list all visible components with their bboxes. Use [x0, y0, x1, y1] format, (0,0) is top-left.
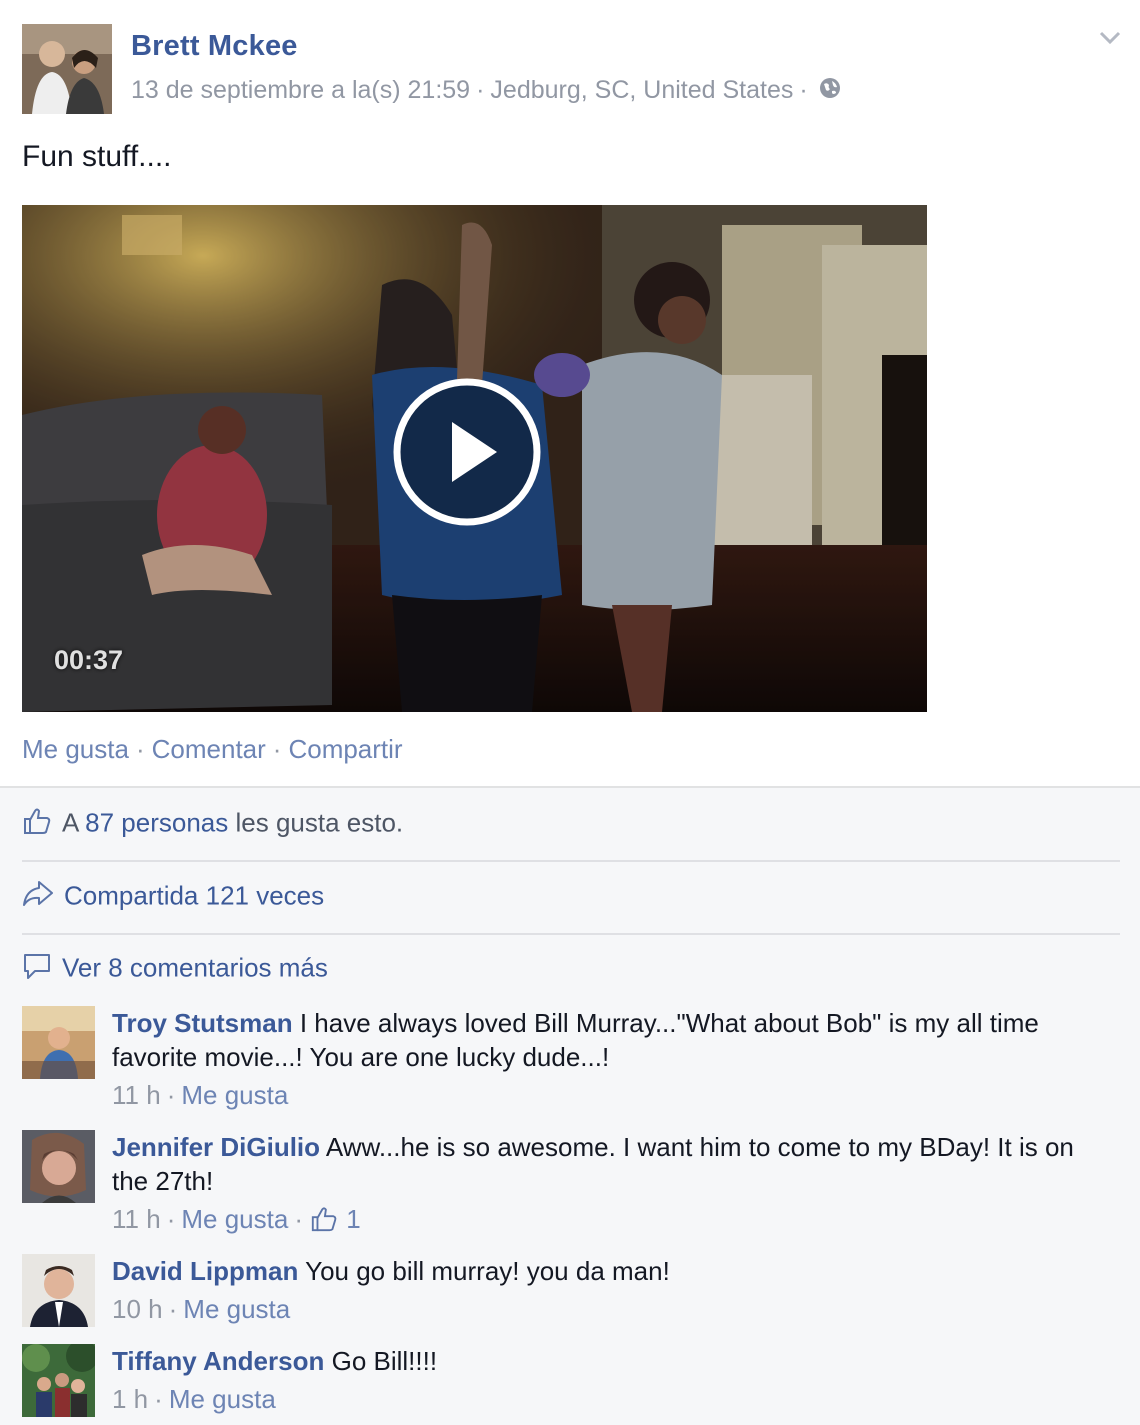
comment-like-link[interactable]: Me gusta: [169, 1384, 276, 1414]
commenter-avatar[interactable]: [22, 1130, 95, 1203]
likes-people-link[interactable]: 87 personas: [85, 807, 228, 837]
likes-suffix: les gusta esto.: [235, 807, 404, 838]
comment-like-link[interactable]: Me gusta: [181, 1080, 288, 1110]
commenter-name[interactable]: Jennifer DiGiulio: [112, 1132, 320, 1162]
commenter-avatar[interactable]: [22, 1006, 95, 1079]
comment-time[interactable]: 11 h: [112, 1204, 161, 1234]
play-icon: [393, 378, 541, 526]
author-avatar[interactable]: [22, 24, 112, 114]
divider: [22, 860, 1120, 862]
share-arrow-icon: [22, 879, 54, 916]
comment-time[interactable]: 1 h: [112, 1384, 148, 1414]
more-comments-row[interactable]: Ver 8 comentarios más: [22, 951, 1120, 988]
video-duration: 00:37: [54, 645, 124, 675]
comment-text: Go Bill!!!!: [331, 1346, 438, 1376]
comment-body: Jennifer DiGiulio Aww...he is so awesome…: [112, 1130, 1112, 1236]
globe-icon[interactable]: [818, 76, 842, 107]
post-text: Fun stuff....: [22, 140, 172, 173]
comment-time[interactable]: 10 h: [112, 1294, 163, 1324]
play-button[interactable]: [392, 377, 542, 527]
share-link[interactable]: Compartir: [288, 734, 402, 764]
post-location[interactable]: Jedburg, SC, United States: [490, 76, 793, 104]
comment-meta: 1 h · Me gusta: [112, 1384, 276, 1414]
comment-meta: 11 h · Me gusta: [112, 1080, 289, 1110]
comment-like-link[interactable]: Me gusta: [181, 1204, 288, 1234]
thumbs-up-icon: [311, 1207, 337, 1232]
comment-like-count[interactable]: 1: [309, 1204, 361, 1234]
commenter-name[interactable]: Troy Stutsman: [112, 1008, 293, 1038]
post-date[interactable]: 13 de septiembre a la(s) 21:59: [131, 76, 470, 104]
comment-body: David Lippman You go bill murray! you da…: [112, 1254, 1112, 1326]
commenter-name[interactable]: Tiffany Anderson: [112, 1346, 324, 1376]
video-player[interactable]: 00:37: [22, 205, 927, 712]
post-meta: 13 de septiembre a la(s) 21:59 · Jedburg, …: [131, 76, 842, 107]
comment-body: Troy Stutsman I have always loved Bill M…: [112, 1006, 1112, 1112]
likes-summary: A 87 personas les gusta esto.: [22, 806, 1120, 843]
comment-bubble-icon: [22, 951, 52, 988]
shares-link[interactable]: Compartida 121 veces: [64, 880, 324, 910]
comment-like-number: 1: [346, 1204, 361, 1234]
comment-time[interactable]: 11 h: [112, 1080, 161, 1110]
commenter-avatar[interactable]: [22, 1344, 95, 1417]
post-header-area: Brett Mckee 13 de septiembre a la(s) 21:…: [0, 0, 1140, 786]
shares-summary[interactable]: Compartida 121 veces: [22, 879, 1120, 916]
author-name[interactable]: Brett Mckee: [131, 30, 298, 63]
comment-meta: 11 h · Me gusta · 1: [112, 1204, 361, 1234]
likes-prefix: A: [62, 807, 78, 838]
comment-meta: 10 h · Me gusta: [112, 1294, 291, 1324]
thumbs-up-icon: [22, 806, 52, 843]
chevron-down-icon[interactable]: [1098, 30, 1122, 46]
comment-body: Tiffany Anderson Go Bill!!!! 1 h · Me gust…: [112, 1344, 1112, 1416]
commenter-name[interactable]: David Lippman: [112, 1256, 298, 1286]
post-actions: Me gusta · Comentar · Compartir: [22, 734, 403, 764]
more-comments-link[interactable]: Ver 8 comentarios más: [62, 952, 328, 982]
comment-link[interactable]: Comentar: [152, 734, 266, 764]
like-link[interactable]: Me gusta: [22, 734, 129, 764]
feedback-section: A 87 personas les gusta esto. Compartida…: [0, 786, 1140, 1425]
divider: [22, 933, 1120, 935]
comment-text: You go bill murray! you da man!: [305, 1256, 670, 1286]
commenter-avatar[interactable]: [22, 1254, 95, 1327]
comment-like-link[interactable]: Me gusta: [183, 1294, 290, 1324]
